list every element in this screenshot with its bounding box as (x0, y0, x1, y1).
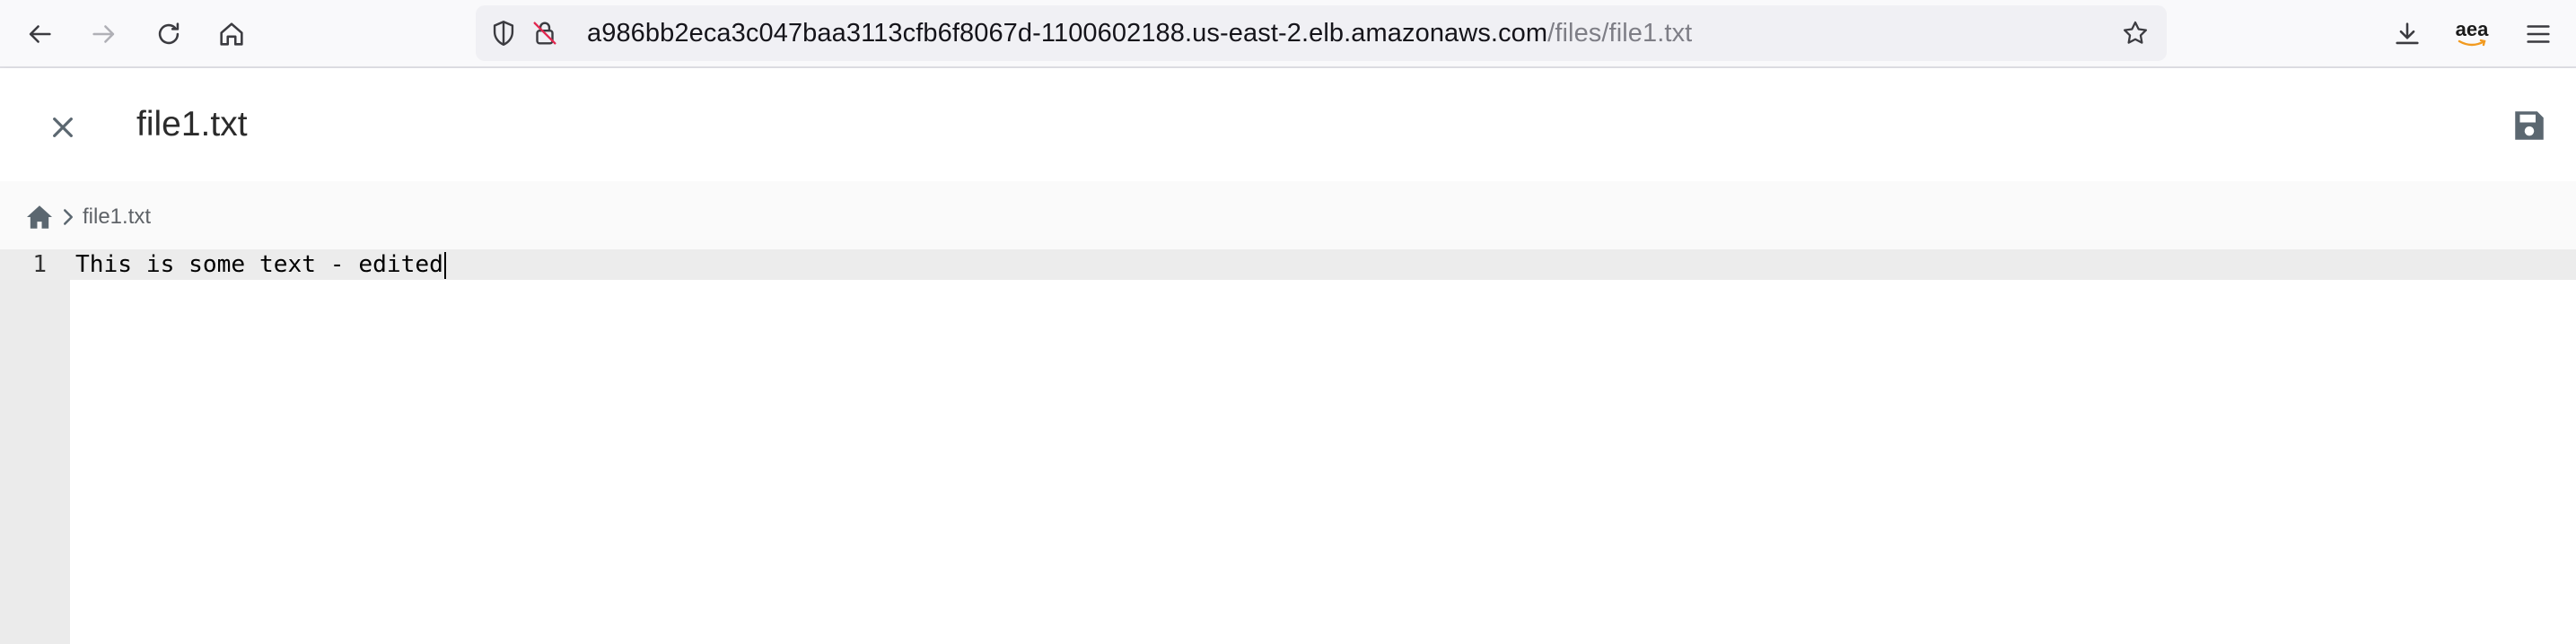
back-icon (29, 25, 51, 43)
url-text[interactable]: a986bb2eca3c047baa3113cfb6f8067d-1100602… (587, 5, 1692, 61)
insecure-lock-icon[interactable] (530, 18, 560, 48)
url-path: /files/file1.txt (1547, 19, 1693, 48)
save-icon (2515, 111, 2544, 140)
home-icon (220, 22, 243, 46)
back-button[interactable] (18, 13, 61, 56)
url-host: a986bb2eca3c047baa3113cfb6f8067d-1100602… (587, 19, 1548, 48)
breadcrumb-item-file[interactable]: file1.txt (83, 181, 151, 253)
chevron-right-icon (64, 209, 73, 225)
menu-icon (2527, 25, 2550, 43)
bookmark-star-icon[interactable] (2120, 18, 2151, 48)
url-bar[interactable]: a986bb2eca3c047baa3113cfb6f8067d-1100602… (476, 5, 2167, 61)
line-text[interactable]: This is some text - edited (75, 249, 446, 280)
code-editor[interactable]: 1 This is some text - edited (0, 249, 2576, 644)
breadcrumb: file1.txt (0, 181, 2576, 249)
forward-icon (92, 25, 115, 43)
home-button[interactable] (210, 13, 253, 56)
menu-button[interactable] (2517, 13, 2560, 56)
text-cursor (443, 251, 446, 279)
forward-button[interactable] (83, 13, 126, 56)
line-number: 1 (32, 251, 47, 278)
browser-toolbar: a986bb2eca3c047baa3113cfb6f8067d-1100602… (0, 0, 2576, 68)
line-content: This is some text - edited (75, 251, 443, 278)
editor-header: file1.txt (0, 68, 2576, 181)
download-icon (2396, 22, 2419, 45)
save-button[interactable] (2508, 104, 2551, 147)
account-label: aea (2455, 18, 2489, 40)
close-icon (53, 117, 73, 137)
file-title: file1.txt (136, 105, 248, 144)
downloads-button[interactable] (2386, 13, 2429, 56)
amazon-account-button[interactable]: aea (2449, 13, 2495, 56)
reload-icon (158, 22, 180, 45)
reload-button[interactable] (147, 13, 190, 56)
editor-line[interactable]: 1 This is some text - edited (0, 249, 2576, 280)
home-icon[interactable] (25, 205, 54, 230)
amazon-account-icon (2458, 39, 2486, 47)
shield-icon[interactable] (488, 18, 519, 48)
line-gutter (0, 249, 70, 644)
close-button[interactable] (39, 104, 86, 151)
